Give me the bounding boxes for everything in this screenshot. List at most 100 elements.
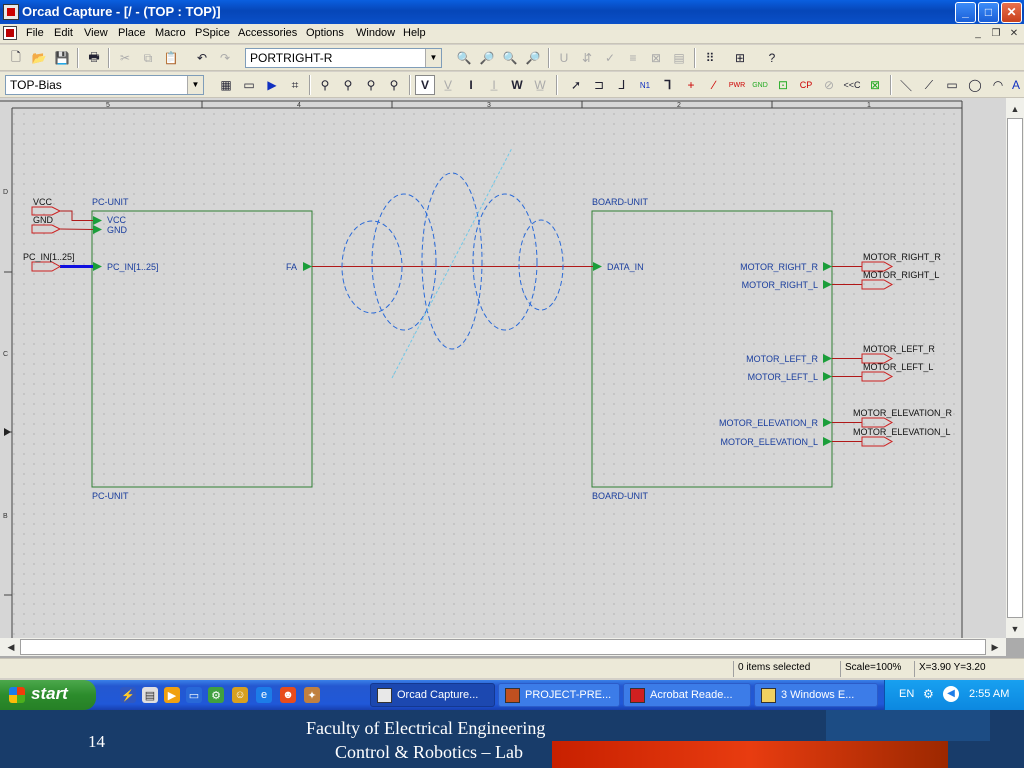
collapse-tray-icon[interactable]: ◀ [943, 686, 959, 702]
quicklaunch-media-icon[interactable]: ▶ [164, 687, 180, 703]
menu-help[interactable]: Help [403, 27, 426, 39]
new-file-icon[interactable]: 🗋 [6, 48, 26, 68]
place-hierarchical-block-icon[interactable]: ⊡ [773, 75, 793, 95]
part-select[interactable]: PORTRIGHT-R ▼ [245, 48, 442, 68]
open-folder-icon[interactable]: 📂 [29, 48, 49, 68]
select-pointer-icon[interactable]: ➚ [566, 75, 586, 95]
place-net-alias-button[interactable]: N1 [635, 75, 655, 95]
diff-probe-icon[interactable]: ⚲ [338, 75, 358, 95]
save-icon[interactable]: 💾 [52, 48, 72, 68]
place-rectangle-icon[interactable]: ▭ [942, 75, 962, 95]
redo-icon[interactable]: ↷ [215, 48, 235, 68]
zoom-all-icon[interactable]: 🔎 [523, 48, 543, 68]
menu-place[interactable]: Place [118, 27, 146, 39]
cut-icon[interactable]: ✂ [115, 48, 135, 68]
vertical-scroll-thumb[interactable] [1007, 118, 1023, 618]
place-bus-icon[interactable]: ⅂ [658, 75, 678, 95]
edit-simulation-icon[interactable]: ▭ [239, 75, 259, 95]
quicklaunch-users-icon[interactable]: ☺ [232, 687, 248, 703]
zoom-area-icon[interactable]: 🔍 [500, 48, 520, 68]
place-pin-icon[interactable]: ⊘ [819, 75, 839, 95]
new-simulation-icon[interactable]: ▦ [216, 75, 236, 95]
menu-edit[interactable]: Edit [54, 27, 73, 39]
menu-window[interactable]: Window [356, 27, 395, 39]
current-probe-icon[interactable]: ⚲ [361, 75, 381, 95]
dropdown-arrow-icon[interactable]: ▼ [425, 49, 441, 67]
minimize-button[interactable]: _ [955, 2, 976, 23]
copy-icon[interactable]: ⧉ [138, 48, 158, 68]
menu-accessories[interactable]: Accessories [238, 27, 297, 39]
zoom-out-icon[interactable]: 🔎 [477, 48, 497, 68]
place-part-icon[interactable]: ⊐ [589, 75, 609, 95]
doc-close-button[interactable]: ✕ [1006, 27, 1022, 41]
scroll-up-icon[interactable]: ▲ [1006, 100, 1024, 118]
place-port-button[interactable]: CP [796, 75, 816, 95]
net-select[interactable]: TOP-Bias ▼ [5, 75, 204, 95]
quicklaunch-tool-icon[interactable]: ✦ [304, 687, 320, 703]
view-results-icon[interactable]: ⌗ [285, 75, 305, 95]
cross-ref-icon[interactable]: ⊠ [646, 48, 666, 68]
network-tray-icon[interactable]: ⚙ [923, 687, 934, 701]
doc-minimize-button[interactable]: _ [970, 27, 986, 41]
bias-voltage-toggle-icon[interactable]: V̲ [438, 75, 458, 95]
vertical-scrollbar[interactable]: ▲ ▼ [1006, 98, 1024, 638]
task-windows-explorer[interactable]: 3 Windows E... [754, 683, 878, 707]
place-bus-entry-icon[interactable]: ∕ [704, 75, 724, 95]
close-button[interactable]: ✕ [1001, 2, 1022, 23]
off-page-connector-button[interactable]: <<C [842, 75, 862, 95]
schematic-canvas[interactable]: 5 4 3 2 1 D C B PC-UNIT PC-UNIT VCC GND … [0, 98, 1006, 638]
power-probe-icon[interactable]: ⚲ [384, 75, 404, 95]
doc-restore-button[interactable]: ❐ [988, 27, 1004, 41]
quicklaunch-game-icon[interactable]: ☻ [280, 687, 296, 703]
horizontal-scroll-thumb[interactable] [20, 639, 986, 655]
quicklaunch-notepad-icon[interactable]: ▤ [142, 687, 158, 703]
bias-voltage-button[interactable]: V [415, 75, 435, 95]
place-power-button[interactable]: PWR [727, 75, 747, 95]
menu-file[interactable]: File [26, 27, 44, 39]
bias-current-toggle-icon[interactable]: I̲ [484, 75, 504, 95]
scroll-right-icon[interactable]: ▶ [986, 638, 1004, 656]
no-connect-icon[interactable]: ⊠ [865, 75, 885, 95]
menu-pspice[interactable]: PSpice [195, 27, 230, 39]
quicklaunch-app-icon[interactable]: ⚡ [120, 687, 136, 703]
place-wire-icon[interactable]: ⅃ [612, 75, 632, 95]
voltage-probe-icon[interactable]: ⚲ [315, 75, 335, 95]
menu-view[interactable]: View [84, 27, 108, 39]
drc-icon[interactable]: ✓ [600, 48, 620, 68]
menu-options[interactable]: Options [306, 27, 344, 39]
print-icon[interactable]: 🖶 [84, 48, 104, 68]
place-text-icon[interactable]: A [1008, 75, 1024, 95]
scroll-down-icon[interactable]: ▼ [1006, 620, 1024, 638]
annotate-icon[interactable]: U [554, 48, 574, 68]
snap-grid-icon[interactable]: ⠿ [700, 48, 720, 68]
task-acrobat[interactable]: Acrobat Reade... [623, 683, 751, 707]
help-icon[interactable]: ? [762, 48, 782, 68]
undo-icon[interactable]: ↶ [192, 48, 212, 68]
document-icon[interactable] [3, 26, 17, 40]
place-arc-icon[interactable]: ◠ [988, 75, 1008, 95]
language-indicator[interactable]: EN [899, 688, 914, 700]
project-manager-icon[interactable]: ⊞ [730, 48, 750, 68]
task-orcad[interactable]: Orcad Capture... [370, 683, 495, 707]
place-polyline-icon[interactable]: ⟋ [919, 75, 939, 95]
scroll-left-icon[interactable]: ◀ [2, 638, 20, 656]
back-annotate-icon[interactable]: ⇵ [577, 48, 597, 68]
maximize-button[interactable]: □ [978, 2, 999, 23]
start-button[interactable]: start [0, 680, 96, 710]
paste-icon[interactable]: 📋 [161, 48, 181, 68]
horizontal-scrollbar[interactable]: ◀ ▶ [0, 638, 1006, 656]
quicklaunch-folder-icon[interactable]: ▭ [186, 687, 202, 703]
quicklaunch-network-icon[interactable]: ⚙ [208, 687, 224, 703]
bom-icon[interactable]: ▤ [669, 48, 689, 68]
zoom-in-icon[interactable]: 🔍 [454, 48, 474, 68]
place-ground-button[interactable]: GND [750, 75, 770, 95]
quicklaunch-ie-icon[interactable]: e [256, 687, 272, 703]
bias-current-button[interactable]: I [461, 75, 481, 95]
bias-power-button[interactable]: W [507, 75, 527, 95]
bias-power-toggle-icon[interactable]: W̲ [530, 75, 550, 95]
run-simulation-icon[interactable]: ▶ [262, 75, 282, 95]
orcad-app-icon[interactable] [3, 4, 19, 20]
place-ellipse-icon[interactable]: ◯ [965, 75, 985, 95]
netlist-icon[interactable]: ≡ [623, 48, 643, 68]
place-line-icon[interactable]: ＼ [896, 75, 916, 95]
